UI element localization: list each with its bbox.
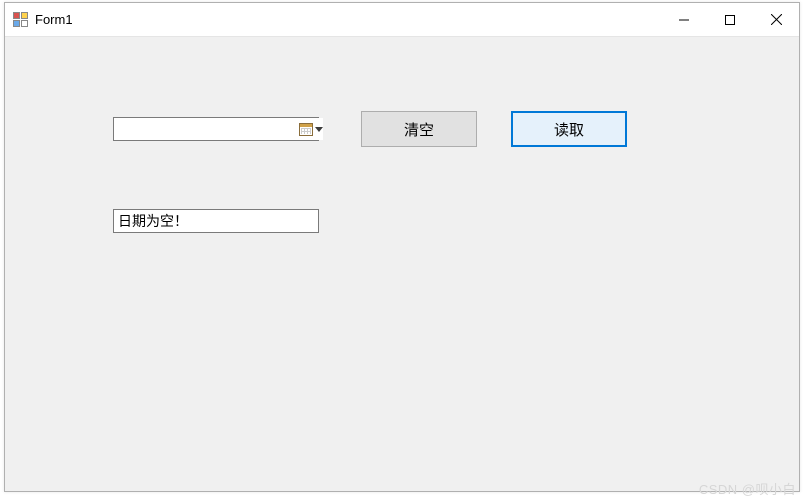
date-picker-field[interactable]	[114, 118, 298, 140]
date-picker[interactable]	[113, 117, 319, 141]
window-title: Form1	[35, 12, 73, 27]
window-controls	[661, 3, 799, 36]
date-picker-dropdown-button[interactable]	[298, 118, 323, 140]
watermark-text: CSDN @呗小白	[699, 479, 796, 498]
read-button[interactable]: 读取	[511, 111, 627, 147]
chevron-down-icon	[315, 127, 323, 132]
client-area: 清空 读取	[5, 37, 799, 491]
titlebar[interactable]: Form1	[5, 3, 799, 37]
output-textbox[interactable]	[113, 209, 319, 233]
maximize-icon	[725, 15, 735, 25]
close-icon	[771, 14, 782, 25]
minimize-button[interactable]	[661, 3, 707, 36]
maximize-button[interactable]	[707, 3, 753, 36]
calendar-icon	[299, 123, 313, 136]
window-frame: Form1 清空 读取	[4, 2, 800, 492]
app-icon	[13, 12, 29, 28]
clear-button[interactable]: 清空	[361, 111, 477, 147]
minimize-icon	[679, 15, 689, 25]
close-button[interactable]	[753, 3, 799, 36]
